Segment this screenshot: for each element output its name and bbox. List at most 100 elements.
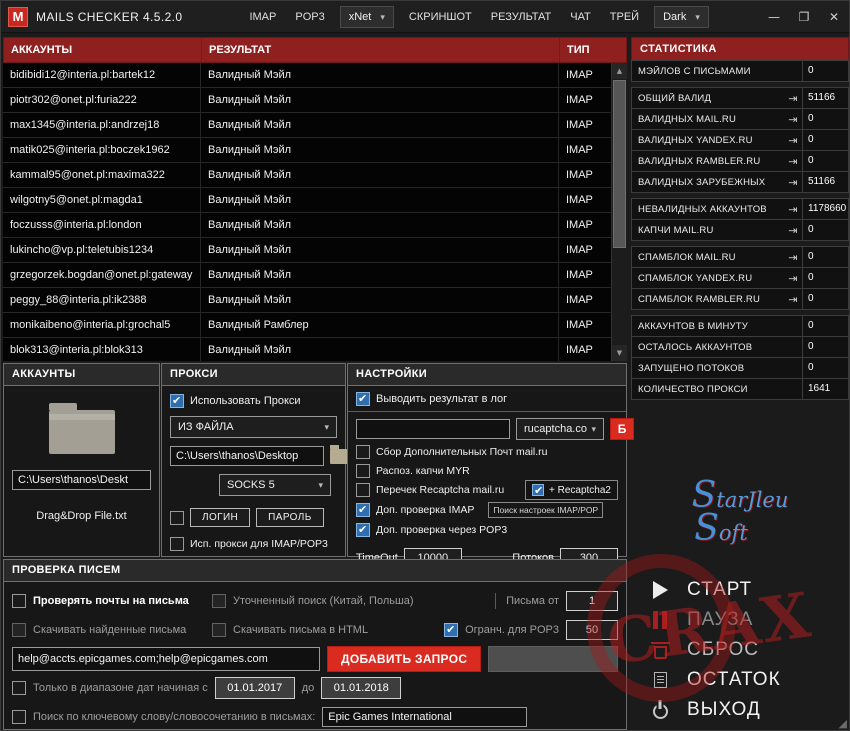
download-found-checkbox[interactable] bbox=[12, 623, 26, 637]
keyword-search-checkbox[interactable] bbox=[12, 710, 26, 724]
proxy-auth-checkbox[interactable] bbox=[170, 510, 184, 525]
use-proxy-checkbox[interactable] bbox=[170, 394, 184, 408]
date-to-input[interactable] bbox=[321, 677, 402, 699]
menu-chat[interactable]: ЧАТ bbox=[561, 1, 600, 33]
pop3-check-checkbox[interactable] bbox=[356, 523, 370, 537]
keyword-input[interactable] bbox=[322, 707, 528, 727]
password-button[interactable]: ПАРОЛЬ bbox=[256, 508, 324, 527]
proxy-source-select[interactable]: ИЗ ФАЙЛА bbox=[170, 416, 337, 438]
login-button[interactable]: ЛОГИН bbox=[190, 508, 251, 527]
letters-from-input[interactable] bbox=[566, 591, 618, 611]
scroll-down-icon[interactable] bbox=[612, 345, 627, 361]
table-row[interactable]: kammal95@onet.pl:maxima322 Валидный Мэйл I… bbox=[3, 163, 627, 188]
table-row[interactable]: lukincho@vp.pl:teletubis1234 Валидный Мэй… bbox=[3, 238, 627, 263]
column-type[interactable]: ТИП bbox=[560, 38, 626, 62]
captcha-key-input[interactable] bbox=[356, 419, 510, 439]
download-html-checkbox[interactable] bbox=[212, 623, 226, 637]
stat-value: 0 bbox=[802, 337, 848, 357]
refined-search-checkbox[interactable] bbox=[212, 594, 226, 608]
export-icon[interactable] bbox=[784, 221, 802, 239]
account-cell: wilgotny5@onet.pl:magda1 bbox=[3, 188, 201, 212]
recheck-recaptcha-checkbox[interactable] bbox=[356, 483, 370, 497]
menu-result[interactable]: РЕЗУЛЬТАТ bbox=[482, 1, 560, 33]
pause-button[interactable]: ПАУЗА bbox=[637, 605, 843, 634]
result-cell: Валидный Мэйл bbox=[201, 163, 559, 187]
menu-pop3[interactable]: POP3 bbox=[286, 1, 333, 33]
table-row[interactable]: blok313@interia.pl:blok313 Валидный Мэйл I… bbox=[3, 338, 627, 361]
table-row[interactable]: wilgotny5@onet.pl:magda1 Валидный Мэйл IMA… bbox=[3, 188, 627, 213]
table-scrollbar[interactable] bbox=[611, 63, 627, 361]
stat-value: 0 bbox=[802, 358, 848, 378]
column-result[interactable]: РЕЗУЛЬТАТ bbox=[202, 38, 560, 62]
export-icon[interactable] bbox=[784, 110, 802, 128]
export-icon[interactable] bbox=[784, 89, 802, 107]
check-mail-checkbox[interactable] bbox=[12, 594, 26, 608]
captcha-myr-label: Распоз. капчи MYR bbox=[376, 465, 470, 477]
stat-row: СПАМБЛОК MAIL.RU 0 bbox=[631, 246, 849, 268]
close-button[interactable]: ✕ bbox=[819, 1, 849, 32]
export-icon[interactable] bbox=[784, 131, 802, 149]
recaptcha2-checkbox[interactable] bbox=[532, 484, 544, 497]
result-cell: Валидный Рамблер bbox=[201, 313, 559, 337]
proxy-file-path-input[interactable] bbox=[170, 446, 324, 466]
table-row[interactable]: piotr302@onet.pl:furia222 Валидный Мэйл IM… bbox=[3, 88, 627, 113]
stat-value: 1178660 bbox=[802, 199, 848, 219]
table-row[interactable]: max1345@interia.pl:andrzej18 Валидный Мэй… bbox=[3, 113, 627, 138]
accounts-file-path-input[interactable] bbox=[12, 470, 151, 490]
menu-tray[interactable]: ТРЕЙ bbox=[601, 1, 648, 33]
log-output-checkbox[interactable] bbox=[356, 392, 370, 406]
export-icon[interactable] bbox=[784, 173, 802, 191]
theme-select[interactable]: Dark bbox=[654, 5, 709, 28]
export-icon[interactable] bbox=[784, 248, 802, 266]
captcha-service-value: rucaptcha.co bbox=[524, 423, 587, 435]
export-icon[interactable] bbox=[784, 152, 802, 170]
folder-icon[interactable] bbox=[48, 403, 115, 454]
search-query-input[interactable] bbox=[12, 647, 320, 671]
table-row[interactable]: monikaibeno@interia.pl:grochal5 Валидный … bbox=[3, 313, 627, 338]
maximize-button[interactable]: ❐ bbox=[789, 1, 819, 32]
table-row[interactable]: peggy_88@interia.pl:ik2388 Валидный Мэйл I… bbox=[3, 288, 627, 313]
start-button[interactable]: СТАРТ bbox=[637, 575, 843, 604]
export-icon[interactable] bbox=[784, 200, 802, 218]
reset-button[interactable]: СБРОС bbox=[637, 635, 843, 664]
accounts-panel: АККАУНТЫ Drag&Drop File.txt bbox=[3, 363, 160, 557]
chevron-down-icon bbox=[695, 11, 700, 23]
proxy-type-select[interactable]: SOCKS 5 bbox=[219, 474, 331, 496]
stat-row: ВАЛИДНЫХ MAIL.RU 0 bbox=[631, 108, 849, 130]
menu-screenshot[interactable]: СКРИНШОТ bbox=[400, 1, 481, 33]
export-icon[interactable] bbox=[784, 290, 802, 308]
remainder-button[interactable]: ОСТАТОК bbox=[637, 665, 843, 694]
imap-check-checkbox[interactable] bbox=[356, 503, 370, 517]
captcha-myr-checkbox[interactable] bbox=[356, 464, 370, 478]
stat-row: КАПЧИ MAIL.RU 0 bbox=[631, 219, 849, 241]
stat-value: 0 bbox=[802, 316, 848, 336]
stat-row: ЗАПУЩЕНО ПОТОКОВ 0 bbox=[631, 357, 849, 379]
date-from-input[interactable] bbox=[214, 677, 295, 699]
stat-row: ОСТАЛОСЬ АККАУНТОВ 0 bbox=[631, 336, 849, 358]
proxy-for-imap-label: Исп. прокси для IMAP/POP3 bbox=[190, 538, 328, 550]
use-proxy-label: Использовать Прокси bbox=[190, 395, 301, 407]
collect-mailru-checkbox[interactable] bbox=[356, 445, 370, 459]
scroll-up-icon[interactable] bbox=[612, 63, 627, 79]
menu-imap[interactable]: IMAP bbox=[240, 1, 285, 33]
imap-check-label: Доп. проверка IMAP bbox=[376, 504, 475, 516]
minimize-button[interactable]: — bbox=[759, 1, 789, 32]
resize-grip[interactable]: ◢ bbox=[839, 717, 847, 730]
table-row[interactable]: matik025@interia.pl:boczek1962 Валидный М… bbox=[3, 138, 627, 163]
download-html-label: Скачивать письма в HTML bbox=[233, 624, 369, 636]
stat-label: НЕВАЛИДНЫХ АККАУНТОВ bbox=[638, 203, 767, 215]
table-row[interactable]: bidibidi12@interia.pl:bartek12 Валидный М… bbox=[3, 63, 627, 88]
exit-button[interactable]: ВЫХОД bbox=[637, 695, 843, 724]
table-row[interactable]: foczusss@interia.pl:london Валидный Мэйл I… bbox=[3, 213, 627, 238]
captcha-service-select[interactable]: rucaptcha.co bbox=[516, 418, 604, 440]
date-range-checkbox[interactable] bbox=[12, 681, 26, 695]
scrollbar-thumb[interactable] bbox=[613, 80, 626, 248]
pop3-limit-checkbox[interactable] bbox=[444, 623, 459, 637]
xnet-select[interactable]: xNet bbox=[339, 5, 394, 28]
column-accounts[interactable]: АККАУНТЫ bbox=[4, 38, 202, 62]
add-query-button[interactable]: ДОБАВИТЬ ЗАПРОС bbox=[327, 646, 482, 672]
table-row[interactable]: grzegorzek.bogdan@onet.pl:gateway Валидны… bbox=[3, 263, 627, 288]
export-icon[interactable] bbox=[784, 269, 802, 287]
pop3-limit-input[interactable] bbox=[566, 620, 618, 640]
proxy-for-imap-checkbox[interactable] bbox=[170, 537, 184, 551]
